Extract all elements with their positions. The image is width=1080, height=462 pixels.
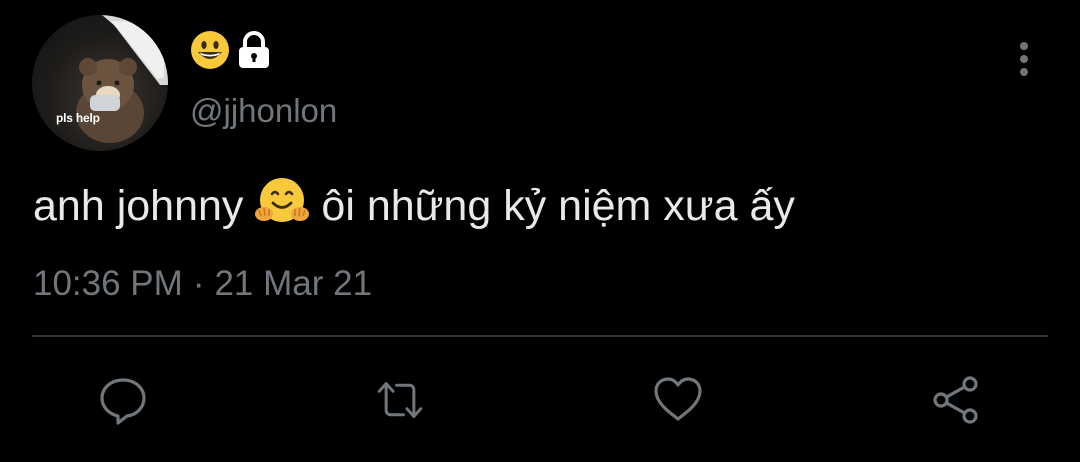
- tweet-time: 10:36 PM: [33, 264, 183, 303]
- share-icon: [933, 376, 978, 424]
- meta-separator: ·: [192, 264, 205, 303]
- display-name[interactable]: [190, 30, 272, 74]
- hugging-face-emoji: [255, 176, 310, 237]
- tweet-text-part-1: anh johnny: [33, 182, 244, 230]
- reply-icon: [100, 378, 146, 425]
- like-icon: [654, 377, 702, 421]
- retweet-icon: [377, 382, 423, 418]
- share-button[interactable]: [930, 374, 982, 426]
- retweet-button[interactable]: [374, 374, 426, 426]
- avatar-caption: pls help: [56, 111, 100, 125]
- grinning-face-emoji: [190, 30, 230, 75]
- tweet-text-part-2: ôi những kỷ niệm xưa ấy: [321, 182, 795, 230]
- reply-button[interactable]: [97, 374, 149, 426]
- tweet-timestamp[interactable]: 10:36 PM · 21 Mar 21: [33, 264, 372, 304]
- avatar-image: [76, 15, 168, 143]
- tweet-text: anh johnny ôi những kỷ niệm xưa ấy: [33, 176, 795, 237]
- more-options-icon[interactable]: [1012, 40, 1036, 80]
- like-button[interactable]: [652, 374, 704, 426]
- tweet-date: 21 Mar 21: [214, 264, 373, 303]
- divider: [32, 335, 1048, 337]
- avatar[interactable]: pls help: [32, 15, 168, 151]
- user-handle[interactable]: @jjhonlon: [190, 92, 337, 130]
- lock-icon: [236, 30, 272, 75]
